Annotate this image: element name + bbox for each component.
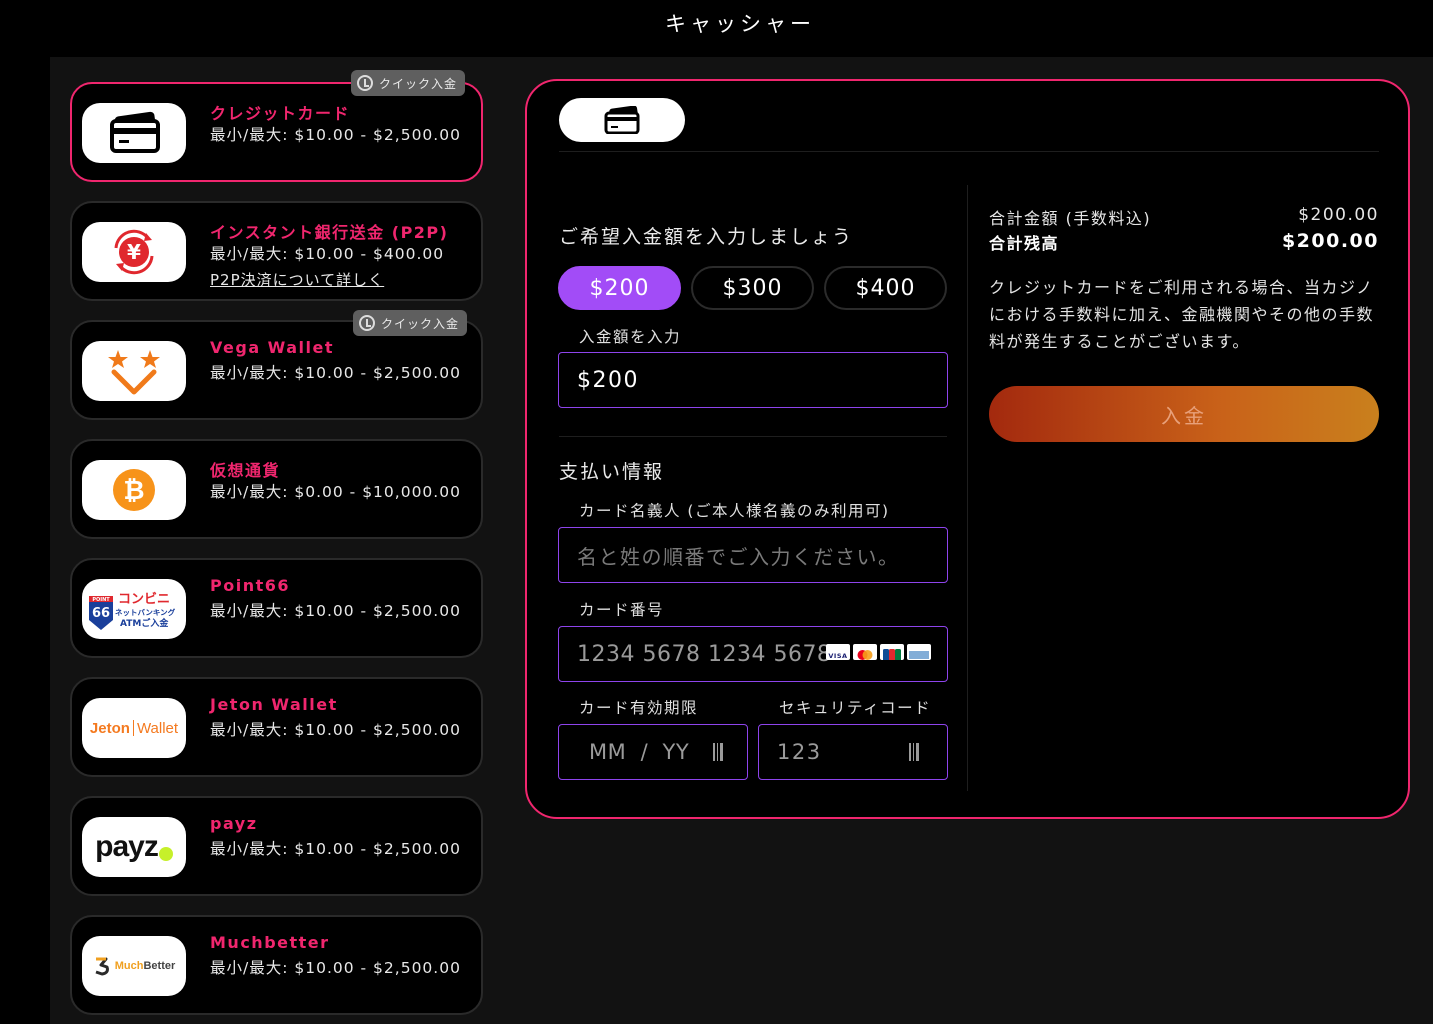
amex-icon: [907, 644, 931, 660]
payz-logo: payz: [82, 817, 186, 877]
expiry-label: カード有効期限: [579, 699, 699, 717]
balance-row: 合計残高 $200.00: [989, 230, 1379, 254]
svg-text:₿: ₿: [123, 476, 144, 506]
method-name: Jeton Wallet: [210, 695, 338, 714]
jcb-icon: [880, 644, 904, 660]
visa-icon: VISA: [826, 644, 850, 660]
cvv-placeholder: 123: [777, 740, 822, 764]
yen-transfer-icon: ¥: [82, 222, 186, 282]
quick-deposit-label: クイック入金: [379, 76, 458, 91]
total-row: 合計金額 (手数料込) $200.00: [989, 205, 1379, 229]
page-title: キャッシャー: [665, 12, 815, 36]
autofill-icon: [909, 743, 923, 761]
method-name: payz: [210, 814, 258, 833]
method-range: 最小/最大: $10.00 - $2,500.00: [210, 126, 461, 144]
balance-value: $200.00: [1281, 230, 1379, 252]
svg-text:66: 66: [92, 606, 110, 621]
method-range: 最小/最大: $10.00 - $2,500.00: [210, 364, 461, 382]
amount-option-300[interactable]: $300: [691, 266, 814, 310]
method-range: 最小/最大: $0.00 - $10,000.00: [210, 483, 461, 501]
payment-section-title: 支払い情報: [559, 461, 665, 483]
card-holder-input[interactable]: 名と姓の順番でご入力ください。: [558, 527, 948, 583]
svg-text:コンビニ: コンビニ: [118, 591, 170, 607]
deposit-form-card: ご希望入金額を入力しましょう $200 $300 $400 入金額を入力 $20…: [525, 79, 1410, 819]
method-range: 最小/最大: $10.00 - $2,500.00: [210, 721, 461, 739]
method-name: Point66: [210, 576, 291, 595]
quick-clock-icon: [357, 75, 373, 91]
p2p-info-link[interactable]: P2P決済について詳しく: [210, 269, 384, 290]
card-number-placeholder: 1234 5678 1234 5678: [577, 641, 832, 667]
method-range: 最小/最大: $10.00 - $400.00: [210, 245, 445, 263]
muchbetter-logo: Much Better: [82, 936, 186, 996]
method-range: 最小/最大: $10.00 - $2,500.00: [210, 602, 461, 620]
balance-label: 合計残高: [989, 234, 1060, 253]
credit-card-tab-icon: [604, 106, 640, 134]
svg-text:¥: ¥: [127, 240, 141, 264]
method-range: 最小/最大: $10.00 - $2,500.00: [210, 840, 461, 858]
bitcoin-icon: ₿: [82, 460, 186, 520]
method-name: Vega Wallet: [210, 338, 335, 357]
method-muchbetter[interactable]: Much Better Muchbetter 最小/最大: $10.00 - $…: [70, 915, 483, 1015]
cvv-input[interactable]: 123: [758, 724, 948, 780]
svg-text:VISA: VISA: [828, 652, 847, 660]
card-number-input[interactable]: 1234 5678 1234 5678 VISA: [558, 626, 948, 682]
method-payz[interactable]: payz payz 最小/最大: $10.00 - $2,500.00: [70, 796, 483, 896]
quick-deposit-label: クイック入金: [381, 316, 460, 331]
fee-note: クレジットカードをご利用される場合、当カジノにおける手数料に加え、金融機関やその…: [989, 278, 1375, 351]
vega-wallet-icon: [82, 341, 186, 401]
total-label: 合計金額 (手数料込): [989, 209, 1152, 228]
amount-section-title: ご希望入金額を入力しましょう: [559, 226, 854, 248]
point66-logo: POINT 66 コンビニ ネットバンキング ATMご入金: [82, 579, 186, 639]
method-point66[interactable]: POINT 66 コンビニ ネットバンキング ATMご入金 Point66 最小…: [70, 558, 483, 658]
svg-text:ATMご入金: ATMご入金: [120, 617, 169, 629]
method-name: インスタント銀行送金 (P2P): [210, 223, 449, 242]
divider: [559, 436, 947, 437]
amount-input[interactable]: $200: [558, 352, 948, 408]
divider: [967, 185, 968, 791]
method-credit-card[interactable]: クレジットカード 最小/最大: $10.00 - $2,500.00: [70, 82, 483, 182]
total-value: $200.00: [1298, 205, 1379, 225]
quick-clock-icon: [359, 315, 375, 331]
quick-deposit-badge: クイック入金: [351, 70, 466, 96]
tab-credit-card[interactable]: [559, 98, 685, 142]
method-p2p[interactable]: ¥ インスタント銀行送金 (P2P) 最小/最大: $10.00 - $400.…: [70, 201, 483, 301]
method-name: クレジットカード: [210, 104, 351, 123]
card-brand-icons: VISA: [826, 644, 931, 660]
amount-option-200[interactable]: $200: [558, 266, 681, 310]
jeton-logo: Jeton Wallet: [82, 698, 186, 758]
card-holder-label: カード名義人 (ご本人様名義のみ利用可): [579, 502, 890, 520]
deposit-button[interactable]: 入金: [989, 386, 1379, 442]
method-name: Muchbetter: [210, 933, 330, 952]
amount-input-label: 入金額を入力: [579, 328, 682, 346]
method-name: 仮想通貨: [210, 461, 281, 480]
autofill-icon: [713, 743, 727, 761]
method-jeton-wallet[interactable]: Jeton Wallet Jeton Wallet 最小/最大: $10.00 …: [70, 677, 483, 777]
mastercard-icon: [853, 644, 877, 660]
method-range: 最小/最大: $10.00 - $2,500.00: [210, 959, 461, 977]
expiry-placeholder: MM / YY: [589, 740, 690, 764]
amount-option-400[interactable]: $400: [824, 266, 947, 310]
card-number-label: カード番号: [579, 601, 665, 619]
quick-deposit-badge: クイック入金: [353, 310, 468, 336]
svg-text:POINT: POINT: [92, 597, 110, 603]
expiry-input[interactable]: MM / YY: [558, 724, 748, 780]
cvv-label: セキュリティコード: [779, 699, 932, 717]
svg-text:ネットバンキング: ネットバンキング: [115, 607, 176, 617]
divider: [559, 151, 1379, 152]
credit-card-icon: [82, 103, 186, 163]
method-crypto[interactable]: ₿ 仮想通貨 最小/最大: $0.00 - $10,000.00: [70, 439, 483, 539]
header-bar: キャッシャー: [0, 0, 1433, 57]
